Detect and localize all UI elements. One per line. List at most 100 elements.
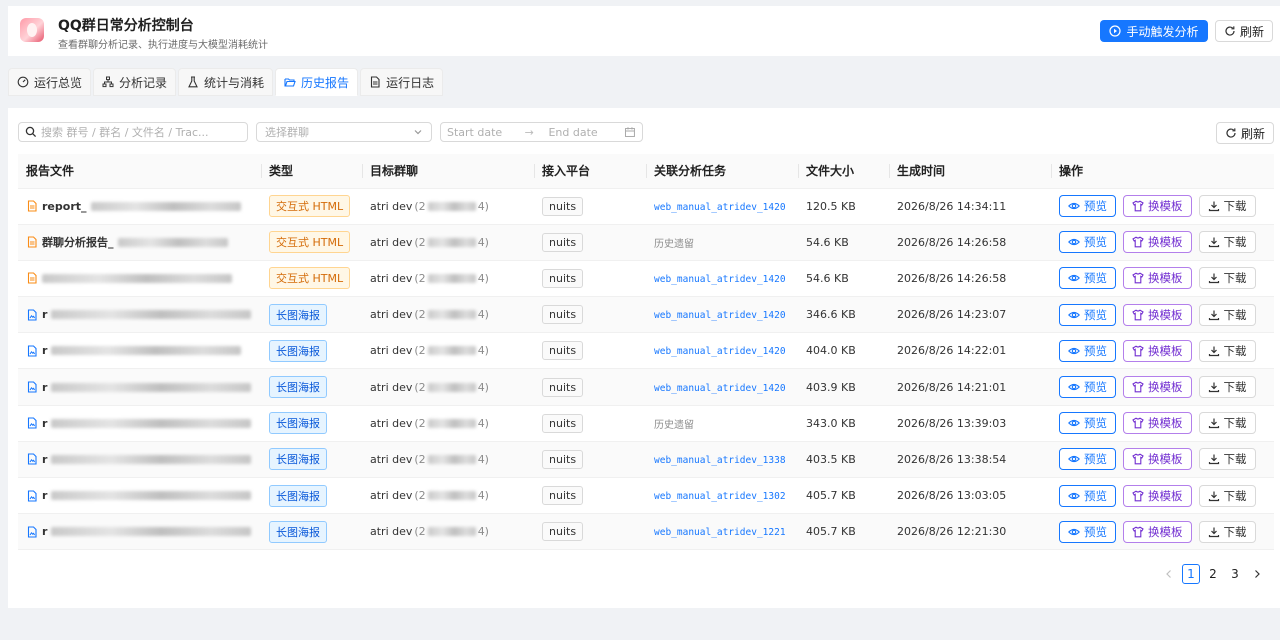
task-link[interactable]: web_manual_atridev_1420 <box>654 310 786 321</box>
preview-button[interactable]: 预览 <box>1059 339 1116 362</box>
report-file-link[interactable]: r <box>26 381 261 394</box>
change-template-button[interactable]: 换模板 <box>1123 484 1192 507</box>
group-name: atri dev <box>370 235 413 249</box>
file-size: 346.6 KB <box>798 296 889 334</box>
change-template-button[interactable]: 换模板 <box>1123 520 1192 543</box>
preview-button[interactable]: 预览 <box>1059 520 1116 543</box>
target-group: atri dev (2 4) <box>370 525 534 538</box>
table-row: 交互式 HTML atri dev (2 4) nuits web_manual_atri… <box>18 260 1274 298</box>
download-button[interactable]: 下载 <box>1198 412 1256 435</box>
end-date-input[interactable]: End date <box>548 126 624 139</box>
task-link[interactable]: web_manual_atridev_1420 <box>654 383 786 394</box>
header-refresh-button[interactable]: 刷新 <box>1215 20 1273 42</box>
date-range-picker[interactable]: Start date → End date <box>440 122 643 142</box>
group-select[interactable]: 选择群聊 <box>256 122 432 142</box>
change-template-button[interactable]: 换模板 <box>1123 412 1192 435</box>
report-file-link[interactable]: 群聊分析报告_ <box>26 234 261 250</box>
tab-records[interactable]: 分析记录 <box>93 68 177 96</box>
report-file-link[interactable]: r <box>26 344 261 357</box>
preview-button[interactable]: 预览 <box>1059 303 1116 326</box>
preview-button[interactable]: 预览 <box>1059 267 1116 290</box>
download-label: 下载 <box>1223 307 1247 322</box>
download-icon <box>1208 527 1219 537</box>
next-page-button[interactable] <box>1248 564 1266 584</box>
generated-time: 2026/8/26 14:26:58 <box>889 224 1051 261</box>
start-date-input[interactable]: Start date <box>447 126 525 139</box>
group-id-open: (2 <box>414 235 426 249</box>
preview-button[interactable]: 预览 <box>1059 195 1116 218</box>
search-input[interactable] <box>41 125 236 139</box>
download-button[interactable]: 下载 <box>1198 448 1256 471</box>
redacted-filename <box>51 491 252 501</box>
tab-stats[interactable]: 统计与消耗 <box>178 68 274 96</box>
table-row: r 长图海报 atri dev (2 4) nuits 历史遗留 343.0 KB 2026/8… <box>18 405 1274 442</box>
task-link[interactable]: web_manual_atridev_1420 <box>654 274 786 285</box>
download-button[interactable]: 下载 <box>1198 520 1256 543</box>
type-tag: 交互式 HTML <box>269 231 351 254</box>
download-button[interactable]: 下载 <box>1198 231 1256 254</box>
cell-target-group: atri dev (2 4) <box>362 296 534 334</box>
tab-label: 统计与消耗 <box>204 75 265 90</box>
preview-button[interactable]: 预览 <box>1059 376 1116 399</box>
report-file-link[interactable]: r <box>26 453 261 466</box>
preview-button[interactable]: 预览 <box>1059 412 1116 435</box>
download-button[interactable]: 下载 <box>1198 267 1256 290</box>
change-template-button[interactable]: 换模板 <box>1123 376 1192 399</box>
download-button[interactable]: 下载 <box>1198 376 1256 399</box>
page-2-button[interactable]: 2 <box>1204 564 1222 584</box>
preview-button[interactable]: 预览 <box>1059 448 1116 471</box>
cell-task: 历史遗留 <box>646 224 798 261</box>
tab-history[interactable]: 历史报告 <box>275 68 359 96</box>
download-button[interactable]: 下载 <box>1198 339 1256 362</box>
page-3-button[interactable]: 3 <box>1226 564 1244 584</box>
play-circle-icon <box>1109 25 1122 37</box>
change-template-button[interactable]: 换模板 <box>1123 448 1192 471</box>
report-file-link[interactable]: r <box>26 489 261 502</box>
panel-refresh-button[interactable]: 刷新 <box>1216 122 1274 144</box>
tab-overview[interactable]: 运行总览 <box>8 68 92 96</box>
download-button[interactable]: 下载 <box>1198 303 1256 326</box>
task-legacy-text: 历史遗留 <box>654 419 694 431</box>
task-link[interactable]: web_manual_atridev_1420 <box>654 346 786 357</box>
search-box[interactable] <box>18 122 248 142</box>
change-template-button[interactable]: 换模板 <box>1123 195 1192 218</box>
report-file-name: r <box>42 344 48 358</box>
report-file-link[interactable]: r <box>26 525 261 538</box>
app-logo <box>20 18 44 42</box>
preview-button[interactable]: 预览 <box>1059 484 1116 507</box>
cell-target-group: atri dev (2 4) <box>362 188 534 225</box>
report-file-link[interactable]: r <box>26 417 261 430</box>
shirt-icon <box>1132 526 1144 538</box>
report-file-link[interactable]: r <box>26 308 261 321</box>
preview-button[interactable]: 预览 <box>1059 231 1116 254</box>
cell-platform: nuits <box>534 405 646 442</box>
eye-icon <box>1068 239 1080 246</box>
cell-type: 长图海报 <box>261 405 362 442</box>
prev-page-button[interactable] <box>1160 564 1178 584</box>
redacted-group-id <box>427 527 476 537</box>
report-file-name: r <box>42 380 48 394</box>
group-id-close: 4) <box>477 452 489 466</box>
group-id-close: 4) <box>477 199 489 213</box>
download-button[interactable]: 下载 <box>1198 484 1256 507</box>
column-header: 生成时间 <box>889 154 1051 189</box>
task-link[interactable]: web_manual_atridev_1338 <box>654 455 786 466</box>
row-actions: 预览 换模板 下载 <box>1059 303 1274 326</box>
manual-trigger-button[interactable]: 手动触发分析 <box>1100 20 1208 42</box>
task-link[interactable]: web_manual_atridev_1302 <box>654 491 786 502</box>
change-template-button[interactable]: 换模板 <box>1123 303 1192 326</box>
group-id-open: (2 <box>414 416 426 430</box>
change-template-button[interactable]: 换模板 <box>1123 267 1192 290</box>
tab-logs[interactable]: 运行日志 <box>360 68 444 96</box>
task-link[interactable]: web_manual_atridev_1221 <box>654 527 786 538</box>
cell-target-group: atri dev (2 4) <box>362 477 534 515</box>
change-template-button[interactable]: 换模板 <box>1123 231 1192 254</box>
task-link[interactable]: web_manual_atridev_1420 <box>654 202 786 213</box>
column-header: 目标群聊 <box>362 154 534 189</box>
download-button[interactable]: 下载 <box>1198 195 1256 218</box>
change-template-button[interactable]: 换模板 <box>1123 339 1192 362</box>
report-file-link[interactable]: report_ <box>26 200 261 213</box>
page-1-button[interactable]: 1 <box>1182 564 1200 584</box>
report-file-link[interactable] <box>26 272 261 285</box>
report-file-name: 群聊分析报告_ <box>42 236 114 250</box>
